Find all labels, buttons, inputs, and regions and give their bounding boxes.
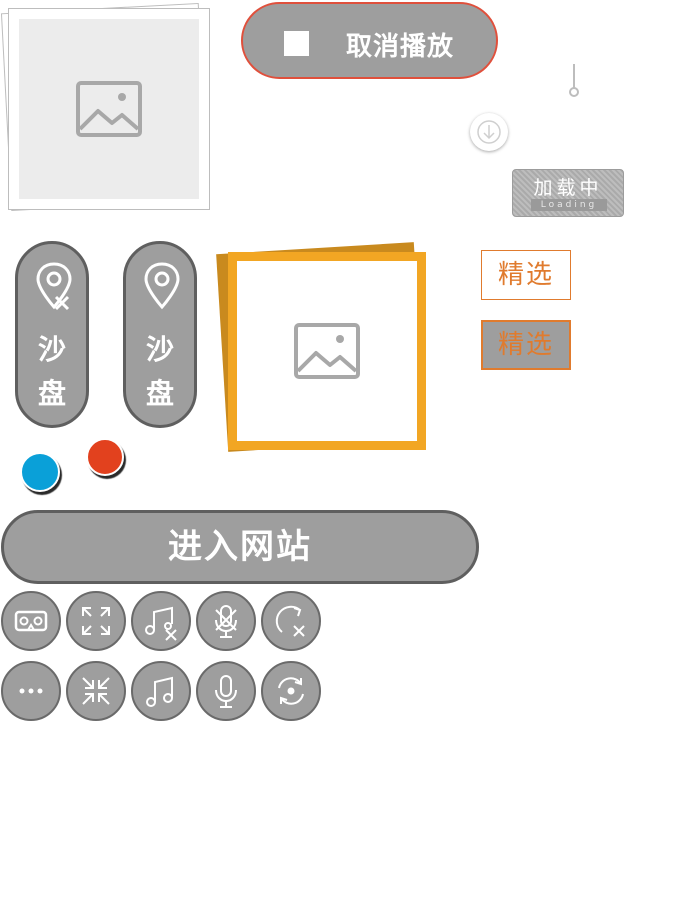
sand-table-button[interactable]: 沙 盘 (123, 241, 197, 428)
more-button[interactable] (1, 661, 61, 721)
sand-table-label-2: 盘 (37, 377, 66, 410)
rotate-off-icon (275, 605, 305, 637)
mic-off-icon (215, 605, 237, 638)
exit-fullscreen-button[interactable] (66, 661, 126, 721)
loading-label-en: Loading (531, 199, 607, 211)
exit-fullscreen-icon (82, 677, 110, 705)
music-off-icon (145, 606, 177, 641)
image-placeholder-icon (76, 81, 142, 137)
featured-chip[interactable]: 精选 (481, 250, 571, 300)
download-icon (477, 120, 501, 144)
loading-badge: 加载中 Loading (512, 169, 624, 217)
cancel-play-button[interactable]: 取消播放 (241, 2, 498, 79)
red-dot[interactable] (86, 438, 124, 476)
rotate-icon (278, 677, 304, 705)
cancel-play-label: 取消播放 (346, 32, 455, 62)
thermometer-icon (569, 64, 579, 97)
mic-button[interactable] (196, 661, 256, 721)
rotate-button[interactable] (261, 661, 321, 721)
mic-off-button[interactable] (196, 591, 256, 651)
sand-table-off-button[interactable]: 沙 盘 (15, 241, 89, 428)
music-off-button[interactable] (131, 591, 191, 651)
sand-table-label-1: 沙 (37, 333, 66, 366)
image-placeholder-icon (294, 323, 360, 379)
location-icon (144, 262, 180, 310)
vr-icon (14, 610, 48, 632)
mic-icon (215, 675, 237, 708)
blue-dot[interactable] (20, 452, 60, 492)
more-icon (19, 688, 43, 694)
location-off-icon (36, 262, 72, 311)
sand-table-label-1: 沙 (145, 333, 174, 366)
fullscreen-icon (82, 607, 110, 635)
rotate-off-button[interactable] (261, 591, 321, 651)
vr-button[interactable] (1, 591, 61, 651)
stop-icon (284, 31, 309, 56)
sand-table-label-2: 盘 (145, 377, 174, 410)
download-button[interactable] (470, 113, 508, 151)
music-button[interactable] (131, 661, 191, 721)
photo-frame[interactable] (8, 8, 210, 210)
loading-label-cn: 加载中 (533, 177, 603, 199)
enter-website-button[interactable]: 进入网站 (1, 510, 479, 584)
music-icon (146, 676, 173, 707)
orange-photo-frame[interactable] (228, 252, 426, 450)
featured-chip-selected[interactable]: 精选 (481, 320, 571, 370)
fullscreen-button[interactable] (66, 591, 126, 651)
